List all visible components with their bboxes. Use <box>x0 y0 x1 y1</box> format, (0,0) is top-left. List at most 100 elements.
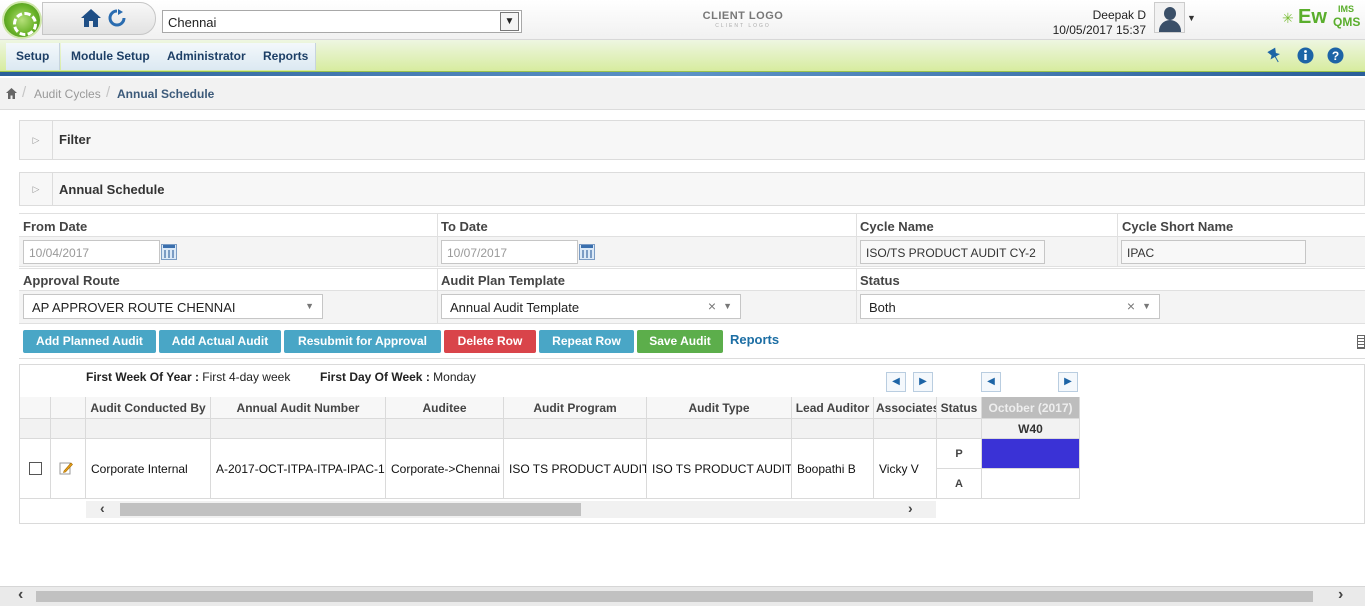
breadcrumb-annual-schedule: Annual Schedule <box>117 87 215 101</box>
resubmit-for-approval-button[interactable]: Resubmit for Approval <box>284 330 441 353</box>
approval-route-label: Approval Route <box>23 273 120 288</box>
week-header: W40 <box>982 419 1080 439</box>
refresh-icon[interactable] <box>108 9 126 27</box>
from-date-input[interactable]: 10/04/2017 <box>23 240 160 264</box>
add-actual-audit-button[interactable]: Add Actual Audit <box>159 330 281 353</box>
app-window: Chennai ▼ CLIENT LOGO CLIENT LOGO Deepak… <box>0 0 1365 606</box>
grid-scrollbar[interactable]: ‹ › <box>86 500 936 518</box>
filter-cell[interactable] <box>211 419 386 439</box>
actual-week-cell[interactable] <box>982 469 1080 499</box>
prev-page-icon[interactable]: ◀ <box>886 372 906 392</box>
chevron-down-icon[interactable]: ▼ <box>305 301 314 311</box>
cycle-short-name-label: Cycle Short Name <box>1122 219 1234 234</box>
help-icon[interactable]: ? <box>1327 47 1344 64</box>
breadcrumb-home-icon[interactable] <box>5 87 18 100</box>
scroll-left-icon[interactable]: ‹ <box>18 586 23 604</box>
menu-item-setup[interactable]: Setup <box>6 43 61 70</box>
current-datetime: 10/05/2017 15:37 <box>1052 23 1146 37</box>
first-week-label: First Week Of Year : <box>86 370 199 384</box>
delete-row-button[interactable]: Delete Row <box>444 330 536 353</box>
filter-panel-title: Filter <box>59 132 91 147</box>
edit-icon[interactable] <box>59 461 73 475</box>
calendar-icon[interactable] <box>161 244 177 260</box>
filter-panel-header[interactable]: ▷ Filter <box>19 120 1365 160</box>
menu-item-module-setup[interactable]: Module Setup <box>61 43 161 70</box>
approval-route-select[interactable]: AP APPROVER ROUTE CHENNAI ▼ <box>23 294 323 319</box>
col-audit-conducted-by[interactable]: Audit Conducted By <box>86 397 211 419</box>
client-logo-subtext: CLIENT LOGO <box>715 23 771 29</box>
audit-plan-template-value: Annual Audit Template <box>450 300 580 315</box>
col-audit-type[interactable]: Audit Type <box>647 397 792 419</box>
app-logo-icon[interactable] <box>2 1 42 39</box>
save-audit-button[interactable]: Save Audit <box>637 330 723 353</box>
cell-audit-type: ISO TS PRODUCT AUDIT <box>647 439 792 499</box>
filter-cell[interactable] <box>386 419 504 439</box>
menu-item-administrator[interactable]: Administrator <box>157 43 257 70</box>
clear-icon[interactable]: × <box>1127 298 1135 314</box>
breadcrumb-audit-cycles[interactable]: Audit Cycles <box>34 87 101 101</box>
filter-cell[interactable] <box>86 419 211 439</box>
cycle-name-input[interactable]: ISO/TS PRODUCT AUDIT CY-2 <box>860 240 1045 264</box>
divider <box>19 358 1365 359</box>
scroll-right-icon[interactable]: › <box>908 500 913 516</box>
avatar[interactable] <box>1154 2 1185 33</box>
divider <box>437 269 438 323</box>
repeat-row-button[interactable]: Repeat Row <box>539 330 634 353</box>
row-checkbox[interactable] <box>29 462 42 475</box>
pin-icon[interactable] <box>1266 47 1283 64</box>
column-chooser-icon[interactable] <box>1357 335 1365 349</box>
first-day-value: Monday <box>433 370 476 384</box>
cell-associates: Vicky V <box>874 439 937 499</box>
status-label: Status <box>860 273 900 288</box>
menu-item-reports[interactable]: Reports <box>253 43 316 70</box>
expand-icon[interactable]: ▷ <box>20 173 53 205</box>
info-icon[interactable] <box>1297 47 1314 64</box>
chevron-down-icon[interactable]: ▼ <box>500 12 519 31</box>
next-month-icon[interactable]: ▶ <box>1058 372 1078 392</box>
col-annual-audit-number[interactable]: Annual Audit Number <box>211 397 386 419</box>
cell-annual-audit-number: A-2017-OCT-ITPA-ITPA-IPAC-1 <box>211 439 386 499</box>
expand-icon[interactable]: ▷ <box>20 121 53 159</box>
filter-cell[interactable] <box>504 419 647 439</box>
home-icon[interactable] <box>80 8 102 28</box>
location-select[interactable]: Chennai ▼ <box>162 10 522 33</box>
brand-main: Ew <box>1298 6 1327 28</box>
scroll-left-icon[interactable]: ‹ <box>100 500 105 516</box>
next-page-icon[interactable]: ▶ <box>913 372 933 392</box>
chevron-down-icon[interactable]: ▼ <box>1142 301 1151 311</box>
page-scrollbar[interactable]: ‹ › <box>0 586 1365 606</box>
col-associates[interactable]: Associates <box>874 397 937 419</box>
status-value: Both <box>869 300 896 315</box>
col-audit-program[interactable]: Audit Program <box>504 397 647 419</box>
add-planned-audit-button[interactable]: Add Planned Audit <box>23 330 156 353</box>
col-lead-auditor[interactable]: Lead Auditor <box>792 397 874 419</box>
status-select[interactable]: Both × ▼ <box>860 294 1160 319</box>
breadcrumb-separator: / <box>106 84 111 101</box>
audit-plan-template-select[interactable]: Annual Audit Template × ▼ <box>441 294 741 319</box>
planned-week-cell[interactable] <box>982 439 1080 469</box>
user-menu-caret-icon[interactable]: ▼ <box>1187 13 1196 23</box>
reports-link[interactable]: Reports <box>730 332 779 347</box>
to-date-input[interactable]: 10/07/2017 <box>441 240 578 264</box>
filter-cell[interactable] <box>647 419 792 439</box>
brand-sub: QMS <box>1333 15 1361 29</box>
filter-cell[interactable] <box>792 419 874 439</box>
edit-header <box>51 397 86 419</box>
menu-accent-strip <box>0 72 1365 76</box>
scroll-right-icon[interactable]: › <box>1338 586 1343 604</box>
prev-month-icon[interactable]: ◀ <box>981 372 1001 392</box>
page-scroll-thumb[interactable] <box>36 591 1313 602</box>
user-name: Deepak D <box>1092 8 1146 22</box>
col-auditee[interactable]: Auditee <box>386 397 504 419</box>
client-logo: CLIENT LOGO CLIENT LOGO <box>700 10 786 34</box>
calendar-icon[interactable] <box>579 244 595 260</box>
select-header <box>20 397 51 419</box>
chevron-down-icon[interactable]: ▼ <box>723 301 732 311</box>
filter-cell[interactable] <box>874 419 937 439</box>
col-status[interactable]: Status <box>937 397 982 419</box>
schedule-panel-header[interactable]: ▷ Annual Schedule <box>19 172 1365 206</box>
clear-icon[interactable]: × <box>708 298 716 314</box>
cycle-short-name-input[interactable]: IPAC <box>1121 240 1306 264</box>
brand-top: IMS <box>1338 4 1355 14</box>
grid-scroll-thumb[interactable] <box>120 503 581 516</box>
